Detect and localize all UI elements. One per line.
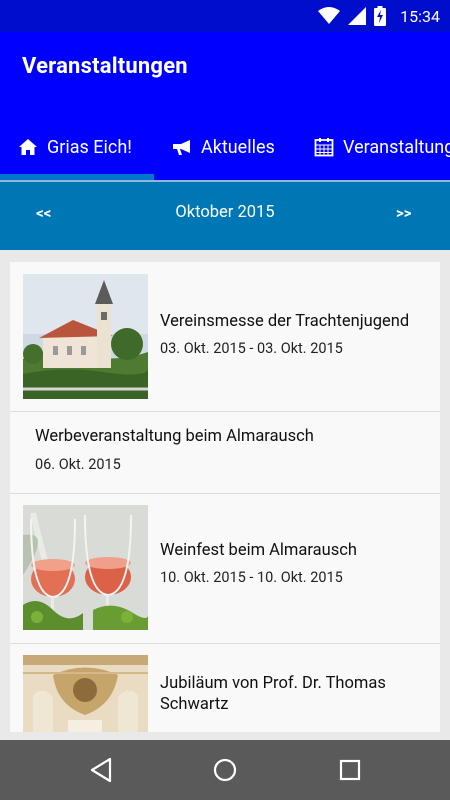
month-navigation: << Oktober 2015 >> [0, 182, 450, 250]
tab-bar: Grias Eich! Aktuelles Veranstaltungen [0, 114, 450, 180]
recent-apps-icon[interactable] [335, 755, 365, 785]
event-title: Werbeveranstaltung beim Almarausch [35, 427, 314, 446]
tab-label: Aktuelles [201, 136, 275, 158]
back-icon[interactable] [86, 755, 116, 785]
home-button-icon[interactable] [210, 755, 240, 785]
tab-label: Grias Eich! [47, 136, 132, 158]
system-navigation-bar [0, 740, 450, 800]
event-title: Weinfest beim Almarausch [160, 541, 357, 560]
home-icon [19, 139, 37, 155]
event-title-line: Schwartz [160, 695, 229, 714]
page-title: Veranstaltungen [22, 54, 188, 79]
megaphone-icon [173, 140, 190, 155]
wine-glasses-photo [23, 505, 148, 630]
month-label: Oktober 2015 [175, 203, 275, 222]
status-time: 15:34 [400, 6, 440, 26]
list-item[interactable]: Jubiläum von Prof. Dr. Thomas Schwartz [10, 643, 440, 732]
signal-icon [348, 7, 367, 25]
status-bar: 15:34 [0, 0, 450, 32]
tab-grias-eich[interactable]: Grias Eich! [18, 114, 132, 180]
baroque-ceiling-photo [23, 655, 148, 732]
church-photo [23, 274, 148, 399]
tab-label: Veranstaltungen [343, 136, 450, 158]
event-date: 03. Okt. 2015 - 03. Okt. 2015 [160, 340, 343, 357]
next-month-button[interactable]: >> [396, 204, 411, 222]
list-item[interactable]: Weinfest beim Almarausch 10. Okt. 2015 -… [10, 493, 440, 644]
event-list: Vereinsmesse der Trachtenjugend 03. Okt.… [10, 262, 440, 732]
app-bar: Veranstaltungen Grias Eich! Aktuelles Ve… [0, 32, 450, 180]
event-title-line: Jubiläum von Prof. Dr. Thomas [160, 674, 386, 693]
event-date: 10. Okt. 2015 - 10. Okt. 2015 [160, 569, 343, 586]
tab-aktuelles[interactable]: Aktuelles [172, 114, 275, 180]
tab-veranstaltungen[interactable]: Veranstaltungen [314, 114, 450, 180]
list-item[interactable]: Werbeveranstaltung beim Almarausch 06. O… [10, 411, 440, 494]
event-date: 06. Okt. 2015 [35, 456, 121, 473]
list-item[interactable]: Vereinsmesse der Trachtenjugend 03. Okt.… [10, 262, 440, 412]
wifi-icon [318, 7, 341, 24]
event-title: Jubiläum von Prof. Dr. Thomas Schwartz [160, 673, 386, 715]
calendar-icon [314, 138, 334, 157]
event-title: Vereinsmesse der Trachtenjugend [160, 312, 410, 331]
battery-charging-icon [374, 6, 387, 26]
